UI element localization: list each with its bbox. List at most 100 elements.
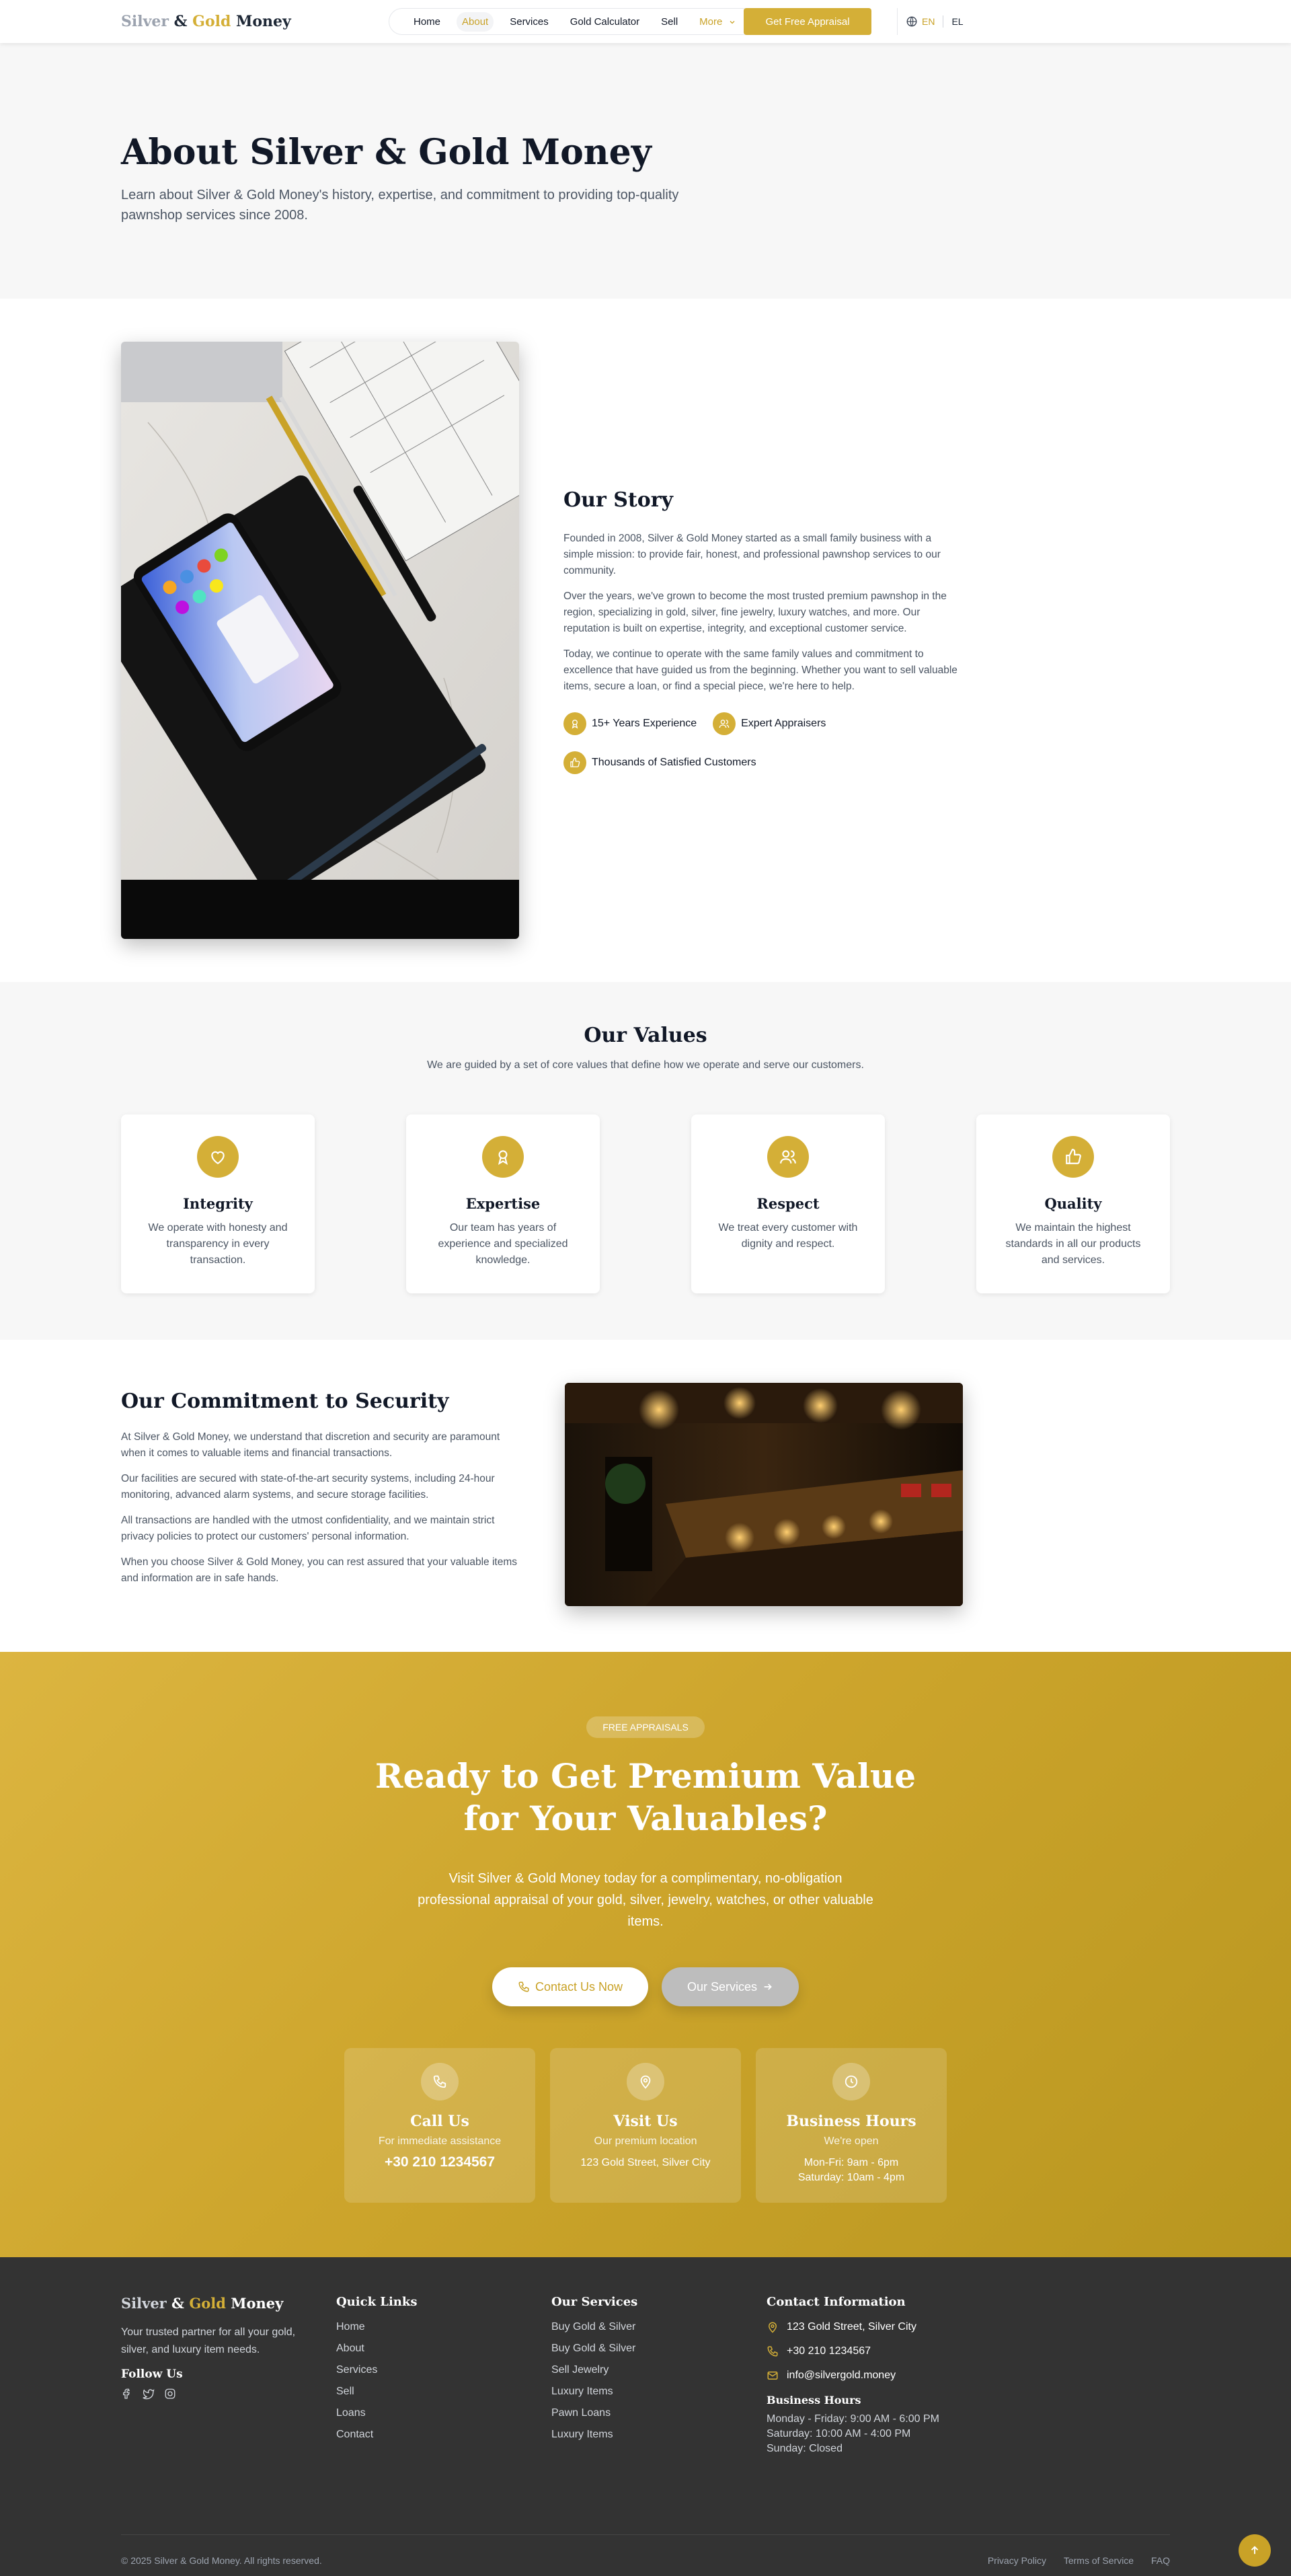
story-paragraph: Founded in 2008, Silver & Gold Money sta… — [563, 533, 941, 577]
call-us-card: Call Us For immediate assistance +30 210… — [344, 2048, 535, 2203]
logo-amp: & — [166, 2295, 190, 2312]
privacy-policy-link[interactable]: Privacy Policy — [988, 2555, 1046, 2566]
footer-bottom: © 2025 Silver & Gold Money. All rights r… — [121, 2534, 1170, 2566]
cta-lead: Visit Silver & Gold Money today for a co… — [418, 1871, 873, 1929]
info-sub: We're open — [824, 2135, 879, 2147]
hours-line: Monday - Friday: 9:00 AM - 6:00 PM — [767, 2413, 939, 2425]
values-subtitle: We are guided by a set of core values th… — [427, 1059, 864, 1071]
page-hero: About Silver & Gold Money Learn about Si… — [0, 43, 1291, 299]
globe-icon — [906, 16, 917, 27]
desk-tablet-illustration — [121, 342, 519, 939]
footer-link-contact[interactable]: Contact — [336, 2429, 551, 2441]
value-card-integrity: Integrity We operate with honesty and tr… — [121, 1114, 315, 1293]
info-phone[interactable]: +30 210 1234567 — [355, 2154, 524, 2170]
info-sub: Our premium location — [594, 2135, 697, 2147]
footer-address: 123 Gold Street, Silver City — [767, 2321, 982, 2333]
logo-silver: Silver — [121, 13, 169, 30]
follow-us-title: Follow Us — [121, 2367, 183, 2382]
nav-sell[interactable]: Sell — [656, 12, 683, 32]
facebook-icon[interactable] — [121, 2388, 133, 2400]
thumbs-up-icon — [563, 751, 586, 775]
footer-link-loans[interactable]: Loans — [336, 2407, 551, 2419]
hours-line: Saturday: 10:00 AM - 4:00 PM — [767, 2428, 911, 2439]
story-paragraph: Over the years, we've grown to become th… — [563, 591, 947, 635]
mail-icon — [767, 2372, 778, 2380]
footer-service-link[interactable]: Buy Gold & Silver — [551, 2321, 767, 2333]
lang-en[interactable]: EN — [922, 16, 935, 27]
our-services-button[interactable]: Our Services — [662, 1967, 799, 2006]
story-image — [121, 342, 519, 939]
feature-customers: Thousands of Satisfied Customers — [563, 751, 756, 775]
business-hours-title: Business Hours — [767, 2394, 861, 2407]
footer-email-text: info@silvergold.money — [787, 2370, 896, 2381]
users-icon — [713, 712, 736, 736]
arrow-right-icon — [764, 1983, 772, 1990]
value-text: We treat every customer with dignity and… — [718, 1222, 858, 1250]
values-cards: Integrity We operate with honesty and tr… — [121, 1114, 1170, 1293]
business-hours-card: Business Hours We're open Mon-Fri: 9am -… — [756, 2048, 947, 2203]
info-hours-weekday: Mon-Fri: 9am - 6pm — [804, 2157, 899, 2168]
story-paragraph: Today, we continue to operate with the s… — [563, 648, 957, 693]
logo-gold: Gold — [192, 13, 231, 30]
site-logo[interactable]: Silver & Gold Money — [121, 13, 291, 30]
our-services-label: Our Services — [687, 1979, 758, 1994]
value-text: Our team has years of experience and spe… — [438, 1222, 568, 1266]
faq-link[interactable]: FAQ — [1151, 2555, 1170, 2566]
social-links — [121, 2388, 336, 2400]
footer-phone[interactable]: +30 210 1234567 — [767, 2345, 982, 2357]
phone-icon — [767, 2346, 778, 2357]
info-title: Call Us — [410, 2113, 469, 2130]
twitter-icon[interactable] — [143, 2388, 155, 2400]
lang-el[interactable]: EL — [951, 16, 963, 27]
instagram-icon[interactable] — [164, 2388, 176, 2400]
thumbs-up-icon — [1052, 1136, 1094, 1178]
scroll-to-top-button[interactable] — [1239, 2534, 1271, 2567]
security-title: Our Commitment to Security — [121, 1390, 449, 1413]
footer-link-services[interactable]: Services — [336, 2364, 551, 2376]
footer-link-about[interactable]: About — [336, 2343, 551, 2355]
value-text: We maintain the highest standards in all… — [1005, 1222, 1141, 1266]
cta-section: FREE APPRAISALS Ready to Get Premium Val… — [0, 1652, 1291, 2257]
value-title: Integrity — [183, 1195, 253, 1212]
main-nav: Home About Services Gold Calculator Sell… — [389, 8, 756, 35]
footer-service-link[interactable]: Luxury Items — [551, 2429, 767, 2441]
footer-quick-links: Quick Links Home About Services Sell Loa… — [336, 2295, 551, 2458]
footer-contact: Contact Information 123 Gold Street, Sil… — [767, 2295, 982, 2458]
footer-link-home[interactable]: Home — [336, 2321, 551, 2333]
language-switcher: EN EL — [897, 8, 964, 35]
nav-gold-calculator[interactable]: Gold Calculator — [565, 12, 645, 32]
feature-label: Thousands of Satisfied Customers — [592, 757, 756, 769]
arrow-up-icon — [1251, 2546, 1259, 2554]
nav-about[interactable]: About — [457, 11, 494, 32]
footer-service-link[interactable]: Buy Gold & Silver — [551, 2343, 767, 2355]
award-icon — [482, 1136, 524, 1178]
nav-home[interactable]: Home — [408, 12, 446, 32]
footer-service-link[interactable]: Sell Jewelry — [551, 2364, 767, 2376]
get-free-appraisal-button[interactable]: Get Free Appraisal — [744, 8, 871, 35]
cta-info-cards: Call Us For immediate assistance +30 210… — [0, 2048, 1291, 2203]
feature-experience: 15+ Years Experience — [563, 712, 697, 736]
contact-us-button[interactable]: Contact Us Now — [492, 1967, 648, 2006]
feature-appraisers: Expert Appraisers — [713, 712, 826, 736]
footer-service-link[interactable]: Luxury Items — [551, 2386, 767, 2398]
our-values-section: Our Values We are guided by a set of cor… — [0, 982, 1291, 1340]
logo-money: Money — [231, 13, 291, 30]
story-features: 15+ Years Experience Expert Appraisers T… — [563, 712, 962, 790]
story-title: Our Story — [563, 488, 673, 512]
quick-links-title: Quick Links — [336, 2295, 418, 2309]
story-content: Our Story Founded in 2008, Silver & Gold… — [563, 342, 962, 939]
nav-more[interactable]: More — [694, 12, 741, 32]
nav-more-label: More — [699, 15, 723, 28]
footer-link-sell[interactable]: Sell — [336, 2386, 551, 2398]
footer-email[interactable]: info@silvergold.money — [767, 2370, 982, 2382]
info-hours-saturday: Saturday: 10am - 4pm — [797, 2172, 905, 2183]
nav-services[interactable]: Services — [504, 12, 554, 32]
terms-of-service-link[interactable]: Terms of Service — [1064, 2555, 1134, 2566]
security-paragraph: All transactions are handled with the ut… — [121, 1515, 495, 1543]
footer-logo[interactable]: Silver & Gold Money — [121, 2295, 336, 2312]
footer-service-link[interactable]: Pawn Loans — [551, 2407, 767, 2419]
page-title: About Silver & Gold Money — [121, 132, 652, 173]
logo-money: Money — [225, 2295, 284, 2312]
store-interior-image — [565, 1383, 963, 1606]
page-subtitle: Learn about Silver & Gold Money's histor… — [121, 188, 679, 223]
